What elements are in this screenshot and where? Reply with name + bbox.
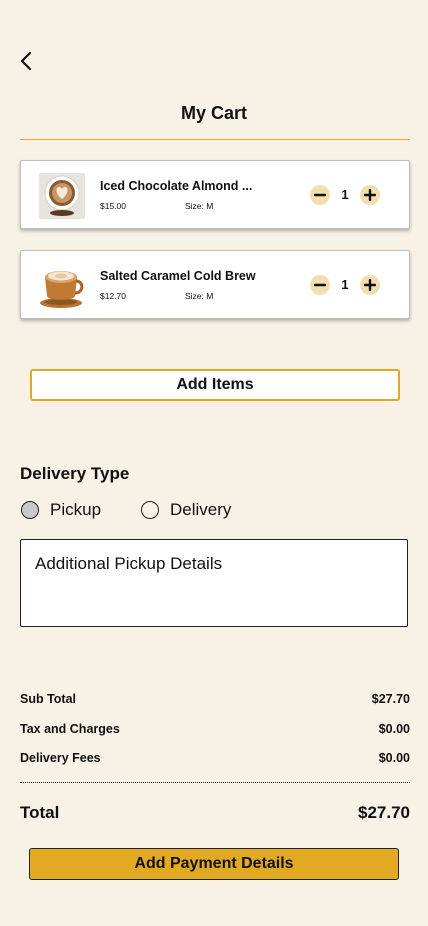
- item-price: $15.00: [100, 201, 126, 211]
- delivery-type-heading: Delivery Type: [20, 464, 130, 483]
- cart-item[interactable]: Salted Caramel Cold Brew $12.70 Size: M …: [20, 250, 410, 319]
- delivery-label: Delivery: [170, 500, 232, 519]
- sub-total-label: Sub Total: [20, 692, 77, 706]
- delivery-radio[interactable]: [141, 501, 159, 519]
- item-size: Size: M: [185, 291, 214, 301]
- pickup-details-placeholder: Additional Pickup Details: [35, 554, 223, 573]
- product-image: [39, 173, 85, 219]
- pickup-radio[interactable]: [21, 501, 39, 519]
- product-image: [39, 263, 85, 309]
- summary-divider: [20, 782, 410, 783]
- page-title: My Cart: [180, 103, 247, 123]
- item-quantity: 1: [341, 187, 349, 202]
- title-divider: [20, 139, 410, 140]
- delivery-fee-label: Delivery Fees: [20, 751, 101, 765]
- tax-label: Tax and Charges: [20, 722, 120, 736]
- item-size: Size: M: [185, 201, 214, 211]
- minus-icon: [314, 193, 326, 197]
- total-label: Total: [20, 803, 60, 822]
- add-payment-details-button[interactable]: Add Payment Details: [29, 848, 399, 880]
- tax-value: $0.00: [378, 722, 410, 736]
- item-name: Salted Caramel Cold Brew: [100, 269, 256, 283]
- total-value: $27.70: [358, 803, 410, 822]
- add-items-button[interactable]: Add Items: [30, 369, 400, 401]
- minus-icon: [314, 283, 326, 287]
- plus-icon: [364, 189, 376, 201]
- decrease-quantity-button[interactable]: [310, 275, 330, 295]
- sub-total-value: $27.70: [371, 692, 410, 706]
- chevron-left-icon: [20, 51, 32, 71]
- pickup-label: Pickup: [50, 500, 102, 519]
- item-price: $12.70: [100, 291, 126, 301]
- delivery-fee-value: $0.00: [378, 751, 410, 765]
- decrease-quantity-button[interactable]: [310, 185, 330, 205]
- back-button[interactable]: [14, 48, 38, 74]
- pickup-details-input[interactable]: Additional Pickup Details: [20, 539, 408, 627]
- increase-quantity-button[interactable]: [360, 275, 380, 295]
- plus-icon: [364, 279, 376, 291]
- item-quantity: 1: [341, 277, 349, 292]
- cart-item[interactable]: Iced Chocolate Almond ... $15.00 Size: M…: [20, 160, 410, 229]
- increase-quantity-button[interactable]: [360, 185, 380, 205]
- item-name: Iced Chocolate Almond ...: [100, 179, 253, 193]
